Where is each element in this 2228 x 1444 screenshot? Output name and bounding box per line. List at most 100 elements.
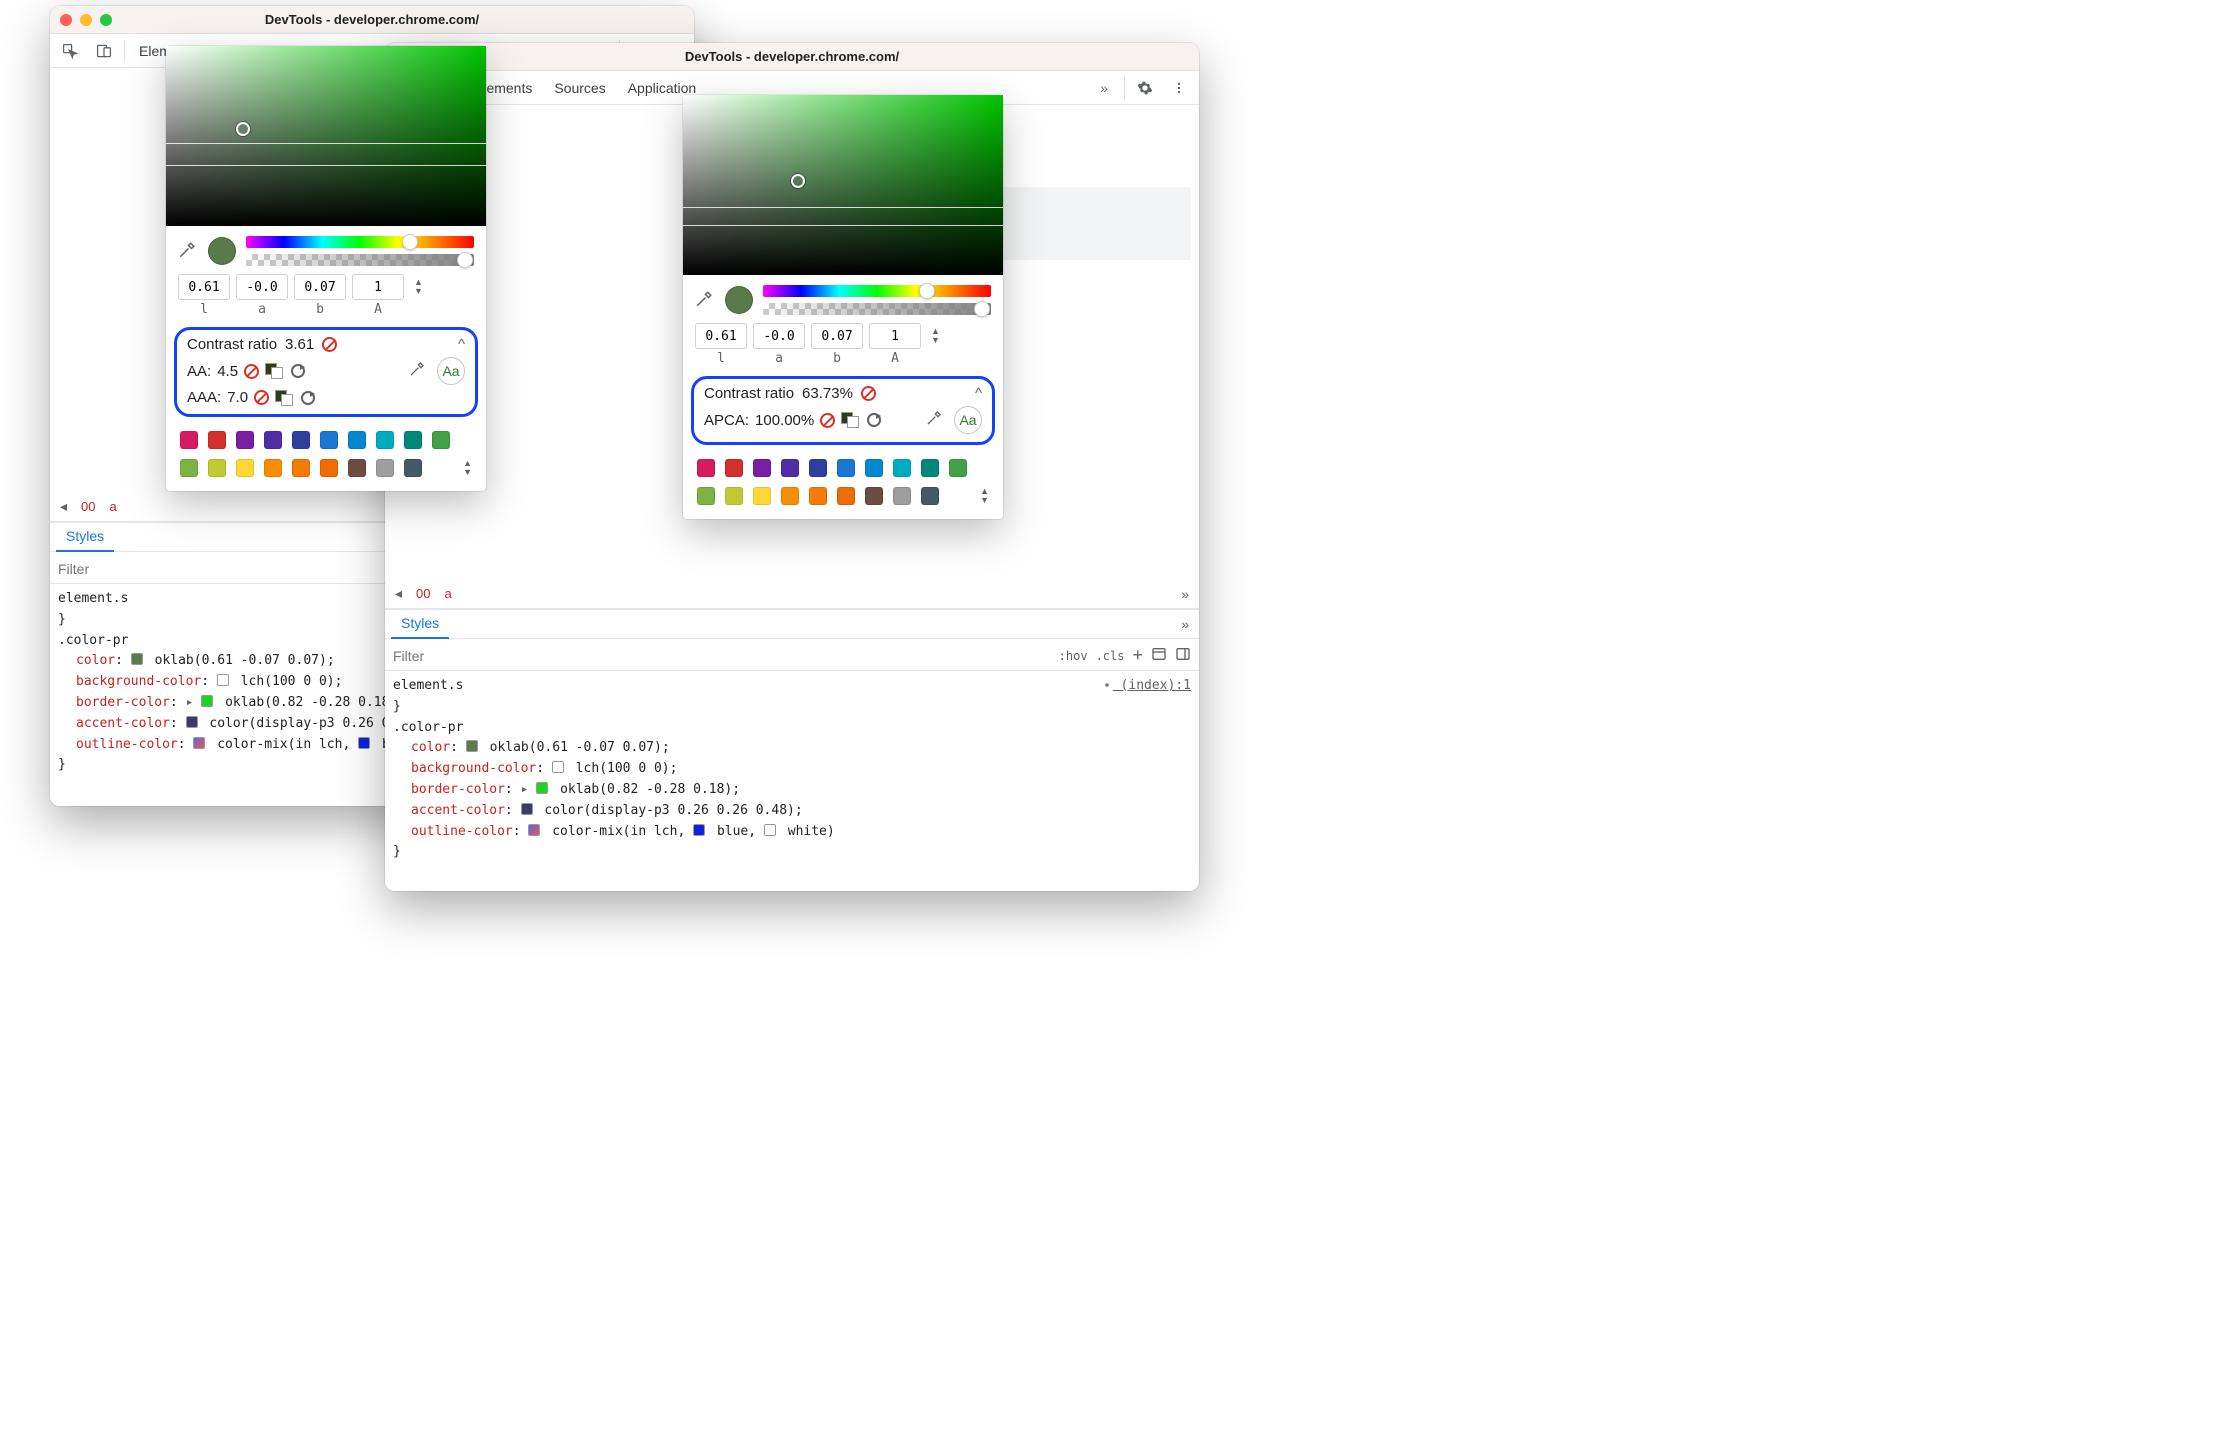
- refresh-icon[interactable]: [291, 364, 305, 378]
- palette-swatch[interactable]: [264, 431, 282, 449]
- palette-swatch[interactable]: [781, 487, 799, 505]
- styles-filter-input[interactable]: [385, 641, 1051, 670]
- palette-swatch[interactable]: [348, 431, 366, 449]
- palette-swatch[interactable]: [320, 459, 338, 477]
- palette-swatch[interactable]: [376, 459, 394, 477]
- palette-swatch[interactable]: [320, 431, 338, 449]
- color-swatch-icon[interactable]: [521, 803, 533, 815]
- sv-cursor[interactable]: [791, 174, 805, 188]
- palette-swatch[interactable]: [432, 431, 450, 449]
- css-value[interactable]: oklab(0.82 -0.28 0.18): [225, 695, 397, 710]
- input-alpha[interactable]: [869, 323, 921, 349]
- tab-styles[interactable]: Styles: [391, 609, 449, 639]
- css-selector[interactable]: element.s: [393, 678, 463, 693]
- cls-toggle[interactable]: .cls: [1096, 649, 1125, 663]
- css-value[interactable]: lch(100 0 0): [576, 761, 670, 776]
- sidebar-toggle-icon[interactable]: [1175, 646, 1191, 665]
- css-value[interactable]: oklab(0.61 -0.07 0.07): [490, 740, 662, 755]
- input-l[interactable]: [695, 323, 747, 349]
- color-swatch-icon[interactable]: [186, 716, 198, 728]
- css-rules-pane[interactable]: (index):1 element.s } .color-pr color: o…: [385, 672, 1199, 891]
- palette-swatch[interactable]: [404, 459, 422, 477]
- refresh-icon[interactable]: [301, 391, 315, 405]
- css-prop[interactable]: color: [76, 653, 115, 668]
- palette-swatch[interactable]: [697, 487, 715, 505]
- aa-sample-icon[interactable]: Aa: [437, 357, 465, 385]
- input-a[interactable]: [753, 323, 805, 349]
- alpha-slider[interactable]: [246, 254, 474, 266]
- more-tabs-icon[interactable]: »: [1090, 74, 1118, 102]
- more-subtabs-icon[interactable]: »: [1177, 616, 1193, 632]
- collapse-contrast-icon[interactable]: ^: [975, 385, 982, 402]
- tab-application[interactable]: Application: [620, 80, 705, 96]
- breadcrumb-tab[interactable]: 00: [412, 586, 434, 601]
- palette-swatch[interactable]: [697, 459, 715, 477]
- breadcrumb-tab[interactable]: a: [441, 586, 456, 601]
- breadcrumb-prev-icon[interactable]: ◂: [391, 585, 406, 602]
- palette-swatch[interactable]: [921, 459, 939, 477]
- css-prop[interactable]: background-color: [76, 674, 201, 689]
- color-swatch-icon[interactable]: [217, 674, 229, 686]
- palette-swatch[interactable]: [753, 487, 771, 505]
- palette-swatch[interactable]: [865, 459, 883, 477]
- palette-swatch[interactable]: [725, 487, 743, 505]
- css-prop[interactable]: border-color: [411, 782, 505, 797]
- settings-gear-icon[interactable]: [1131, 74, 1159, 102]
- palette-swatch[interactable]: [180, 431, 198, 449]
- sv-area[interactable]: [166, 46, 486, 226]
- close-window-button[interactable]: [60, 14, 72, 26]
- eyedropper-icon[interactable]: [409, 361, 429, 381]
- swatch-pair-icon[interactable]: [275, 390, 295, 406]
- palette-swatch[interactable]: [348, 459, 366, 477]
- palette-swatch[interactable]: [180, 459, 198, 477]
- css-prop[interactable]: accent-color: [411, 803, 505, 818]
- sv-area[interactable]: [683, 95, 1003, 275]
- palette-swatch[interactable]: [376, 431, 394, 449]
- css-value[interactable]: lch(100 0 0): [241, 674, 335, 689]
- hov-toggle[interactable]: :hov: [1059, 649, 1088, 663]
- tab-styles[interactable]: Styles: [56, 522, 114, 552]
- palette-swatch[interactable]: [893, 459, 911, 477]
- eyedropper-icon[interactable]: [926, 410, 946, 430]
- css-value[interactable]: blue,: [717, 824, 764, 839]
- format-spinner-icon[interactable]: ▲▼: [931, 327, 940, 345]
- css-prop[interactable]: background-color: [411, 761, 536, 776]
- palette-swatch[interactable]: [893, 487, 911, 505]
- palette-swatch[interactable]: [781, 459, 799, 477]
- palette-swatch[interactable]: [921, 487, 939, 505]
- input-b[interactable]: [294, 274, 346, 300]
- swatch-pair-icon[interactable]: [841, 412, 861, 428]
- hue-slider[interactable]: [246, 236, 474, 248]
- sv-cursor[interactable]: [236, 122, 250, 136]
- palette-swatch[interactable]: [208, 431, 226, 449]
- input-l[interactable]: [178, 274, 230, 300]
- minimize-window-button[interactable]: [80, 14, 92, 26]
- color-swatch-icon[interactable]: [358, 737, 370, 749]
- format-spinner-icon[interactable]: ▲▼: [414, 278, 423, 296]
- palette-swatch[interactable]: [753, 459, 771, 477]
- palette-swatch[interactable]: [865, 487, 883, 505]
- aa-sample-icon[interactable]: Aa: [954, 406, 982, 434]
- source-link[interactable]: (index):1: [1101, 676, 1191, 697]
- css-value[interactable]: color-mix(in lch,: [552, 824, 693, 839]
- more-tabs-icon[interactable]: »: [1177, 586, 1193, 602]
- collapse-contrast-icon[interactable]: ^: [458, 336, 465, 353]
- breadcrumb-tab[interactable]: a: [106, 499, 121, 514]
- color-swatch-icon[interactable]: [466, 740, 478, 752]
- palette-spinner-icon[interactable]: ▲▼: [980, 487, 989, 505]
- device-toolbar-icon[interactable]: [90, 37, 118, 65]
- css-selector[interactable]: .color-pr: [58, 633, 128, 648]
- color-swatch-icon[interactable]: [693, 824, 705, 836]
- css-value[interactable]: color(display-p3 0.26 0.26 0.48): [544, 803, 794, 818]
- color-swatch-icon[interactable]: [764, 824, 776, 836]
- kebab-menu-icon[interactable]: [1165, 74, 1193, 102]
- palette-swatch[interactable]: [292, 459, 310, 477]
- input-b[interactable]: [811, 323, 863, 349]
- color-swatch-icon[interactable]: [201, 695, 213, 707]
- tab-sources[interactable]: Sources: [546, 80, 613, 96]
- css-selector[interactable]: element.s: [58, 591, 128, 606]
- window-titlebar[interactable]: DevTools - developer.chrome.com/: [50, 6, 694, 34]
- css-prop[interactable]: accent-color: [76, 716, 170, 731]
- eyedropper-icon[interactable]: [178, 241, 198, 261]
- palette-swatch[interactable]: [292, 431, 310, 449]
